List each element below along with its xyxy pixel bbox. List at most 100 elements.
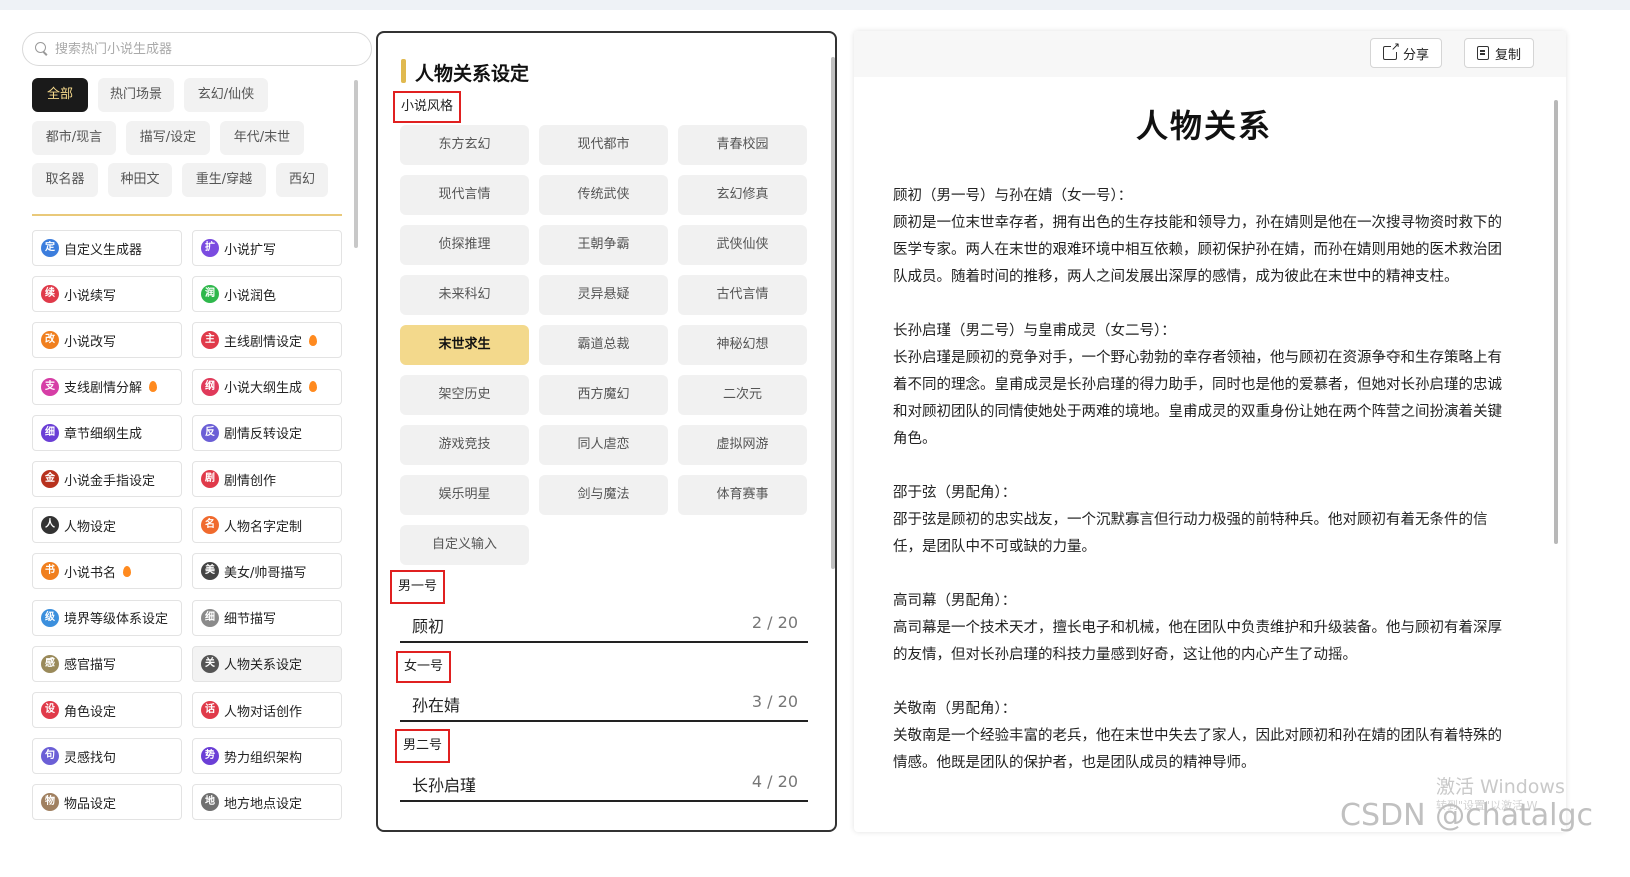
style-chip[interactable]: 体育赛事 <box>678 475 807 515</box>
tool-button[interactable]: 人人物设定 <box>32 507 182 544</box>
category-tab[interactable]: 描写/设定 <box>126 121 210 155</box>
relationship-icon: 关 <box>201 654 219 673</box>
style-chip[interactable]: 末世求生 <box>400 325 529 365</box>
tool-button[interactable]: 地地方地点设定 <box>192 784 342 821</box>
style-chip[interactable]: 传统武侠 <box>539 175 668 215</box>
tool-button[interactable]: 关人物关系设定 <box>192 645 342 682</box>
tool-button[interactable]: 润小说润色 <box>192 276 342 313</box>
style-chip[interactable]: 娱乐明星 <box>400 475 529 515</box>
tool-button[interactable]: 剧剧情创作 <box>192 461 342 497</box>
tool-button[interactable]: 金小说金手指设定 <box>32 461 182 497</box>
tool-button[interactable]: 反剧情反转设定 <box>192 414 342 451</box>
male-lead-field[interactable]: 顾初 2 / 20 <box>400 607 808 643</box>
search-box[interactable] <box>22 32 372 66</box>
category-tab[interactable]: 西幻 <box>276 163 328 197</box>
category-tab[interactable]: 种田文 <box>108 163 172 197</box>
section-heading: 关敬南（男配角）： <box>893 701 1017 717</box>
style-chip[interactable]: 霸道总裁 <box>539 325 668 365</box>
tool-label: 小说润色 <box>224 288 277 304</box>
sidebar-scrollbar[interactable] <box>354 80 358 248</box>
tool-button[interactable]: 物物品设定 <box>32 784 182 821</box>
style-chip[interactable]: 王朝争霸 <box>539 225 668 265</box>
female-lead-field[interactable]: 孙在婧 3 / 20 <box>400 686 808 722</box>
result-scrollbar[interactable] <box>1554 100 1558 544</box>
relationship-section: 高司幕（男配角）： 高司幕是一个技术天才，擅长电子和机械，他在团队中负责维护和升级… <box>893 588 1513 669</box>
style-chip[interactable]: 东方玄幻 <box>400 125 529 165</box>
tool-button[interactable]: 话人物对话创作 <box>192 692 342 728</box>
faction-icon: 势 <box>201 747 219 766</box>
tool-button[interactable]: 续小说续写 <box>32 276 182 313</box>
share-label: 分享 <box>1403 47 1430 63</box>
copy-button[interactable]: 复制 <box>1464 38 1535 68</box>
category-tab[interactable]: 重生/穿越 <box>182 163 266 197</box>
tool-button[interactable]: 势势力组织架构 <box>192 738 342 775</box>
style-chip[interactable]: 灵异悬疑 <box>539 275 668 315</box>
tool-button[interactable]: 设角色设定 <box>32 692 182 728</box>
fire-icon <box>123 565 132 577</box>
subplot-icon: 支 <box>41 377 59 396</box>
female-lead-value[interactable]: 孙在婧 <box>412 692 460 716</box>
category-tab[interactable]: 年代/末世 <box>220 121 304 155</box>
style-chip[interactable]: 侦探推理 <box>400 225 529 265</box>
style-chip[interactable]: 武侠仙侠 <box>678 225 807 265</box>
tool-button[interactable]: 主主线剧情设定 <box>192 322 342 359</box>
section-text: 邵于弦是顾初的忠实战友，一个沉默寡言但行动力极强的前特种兵。他对顾初有着无条件的… <box>893 512 1488 555</box>
tool-button[interactable]: 书小说书名 <box>32 553 182 590</box>
item-icon: 物 <box>41 793 59 812</box>
tool-button[interactable]: 级境界等级体系设定 <box>32 599 182 636</box>
style-chip[interactable]: 现代都市 <box>539 125 668 165</box>
tool-button[interactable]: 细细节描写 <box>192 599 342 636</box>
style-chip[interactable]: 架空历史 <box>400 375 529 415</box>
tool-button[interactable]: 改小说改写 <box>32 322 182 359</box>
tool-button[interactable]: 定自定义生成器 <box>32 230 182 266</box>
male-lead-counter: 2 / 20 <box>751 613 798 632</box>
style-chip[interactable]: 同人虐恋 <box>539 425 668 465</box>
style-chip[interactable]: 现代言情 <box>400 175 529 215</box>
main-plot-icon: 主 <box>201 331 219 350</box>
style-chip[interactable]: 青春校园 <box>678 125 807 165</box>
tool-button[interactable]: 扩小说扩写 <box>192 230 342 266</box>
result-content: 顾初（男一号）与孙在婧（女一号）： 顾初是一位末世幸存者，拥有出色的生存技能和领导… <box>893 183 1513 804</box>
tool-label: 美女/帅哥描写 <box>224 565 307 581</box>
style-chip[interactable]: 神秘幻想 <box>678 325 807 365</box>
category-tab[interactable]: 取名器 <box>32 163 98 197</box>
tool-button[interactable]: 细章节细纲生成 <box>32 414 182 451</box>
tool-button[interactable]: 句灵感找句 <box>32 738 182 775</box>
section-heading: 高司幕（男配角）： <box>893 593 1017 609</box>
style-chip[interactable]: 剑与魔法 <box>539 475 668 515</box>
settings-form-panel: 人物关系设定 小说风格 东方玄幻 现代都市 青春校园 现代言情 传统武侠 玄幻修真 侦探推理… <box>376 31 837 832</box>
style-chip[interactable]: 二次元 <box>678 375 807 415</box>
category-tab[interactable]: 全部 <box>32 78 88 112</box>
fire-icon <box>309 381 318 393</box>
tool-button[interactable]: 纲小说大纲生成 <box>192 368 342 405</box>
form-scrollbar[interactable] <box>831 57 835 569</box>
category-tab[interactable]: 玄幻/仙侠 <box>184 78 268 112</box>
tool-label: 剧情创作 <box>224 473 277 489</box>
tool-button[interactable]: 支支线剧情分解 <box>32 368 182 405</box>
tool-button[interactable]: 感感官描写 <box>32 645 182 682</box>
tool-label: 小说改写 <box>64 334 117 350</box>
tool-button[interactable]: 名人物名字定制 <box>192 507 342 544</box>
female-lead-label: 女一号 <box>396 651 452 683</box>
share-icon <box>1383 41 1400 60</box>
male-lead-value[interactable]: 顾初 <box>412 613 444 637</box>
male-second-value[interactable]: 长孙启瑾 <box>412 772 476 796</box>
search-input[interactable] <box>55 41 345 57</box>
tool-button[interactable]: 美美女/帅哥描写 <box>192 553 342 590</box>
category-tab[interactable]: 都市/现言 <box>32 121 116 155</box>
style-chip[interactable]: 虚拟网游 <box>678 425 807 465</box>
style-chip[interactable]: 游戏竞技 <box>400 425 529 465</box>
style-chip[interactable]: 自定义输入 <box>400 525 529 565</box>
style-chip[interactable]: 未来科幻 <box>400 275 529 315</box>
style-chip[interactable]: 玄幻修真 <box>678 175 807 215</box>
tool-label: 感官描写 <box>64 658 117 674</box>
category-tab[interactable]: 热门场景 <box>98 78 174 112</box>
style-chip[interactable]: 西方魔幻 <box>539 375 668 415</box>
section-heading: 邵于弦（男配角）： <box>893 485 1017 501</box>
tool-label: 小说书名 <box>64 565 117 581</box>
male-second-field[interactable]: 长孙启瑾 4 / 20 <box>400 766 808 802</box>
tool-label: 细节描写 <box>224 612 277 628</box>
copy-icon <box>1477 46 1489 60</box>
style-chip[interactable]: 古代言情 <box>678 275 807 315</box>
share-button[interactable]: 分享 <box>1370 38 1443 68</box>
